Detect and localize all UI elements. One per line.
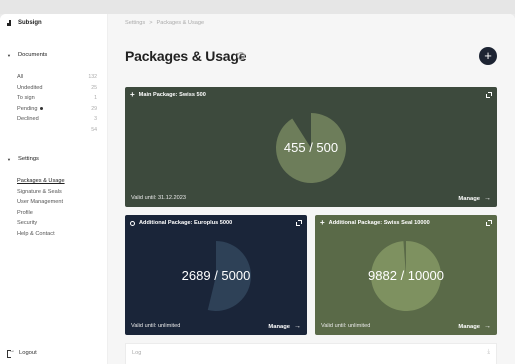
logout-button[interactable]: Logout xyxy=(7,348,37,358)
usage-count: 2689 / 5000 xyxy=(181,268,251,283)
valid-until: Valid until: unlimited xyxy=(131,323,181,329)
card-title: Additional Package: Europlus 5000 xyxy=(130,220,232,226)
expand-icon[interactable] xyxy=(296,220,302,226)
europlus-package-card: Additional Package: Europlus 5000 2689 /… xyxy=(125,215,307,335)
circle-icon xyxy=(130,220,135,226)
add-package-button[interactable]: + xyxy=(479,47,497,65)
sidebar-item-count: 25 xyxy=(91,84,97,91)
documents-list: All 132 Undedited 25 To sign 1 Pending 2… xyxy=(17,72,97,135)
manage-button[interactable]: Manage → xyxy=(458,323,491,330)
sidebar-item-count: 29 xyxy=(91,105,97,112)
sidebar-item-pending[interactable]: Pending 29 xyxy=(17,104,97,115)
card-title-text: Additional Package: Swiss Seal 10000 xyxy=(328,220,430,226)
browser-top-bar xyxy=(0,0,515,14)
sidebar-item-signature-seals[interactable]: Signature & Seals xyxy=(17,187,97,198)
sidebar-item-security[interactable]: Security xyxy=(17,218,97,229)
subsign-logo-icon xyxy=(7,20,12,26)
card-title-text: Additional Package: Europlus 5000 xyxy=(139,220,233,226)
manage-label: Manage xyxy=(268,323,290,330)
sidebar-item-packages-usage[interactable]: Packages & Usage xyxy=(17,176,97,187)
sidebar-item-count: 54 xyxy=(91,126,97,133)
settings-section-toggle[interactable]: ▼ Settings xyxy=(7,156,39,162)
sidebar-item-label: To sign xyxy=(17,95,35,102)
app-name: Subsign xyxy=(18,20,42,26)
download-icon[interactable]: ⤓ xyxy=(487,349,490,356)
settings-section-label: Settings xyxy=(18,156,39,162)
help-icon[interactable]: ? xyxy=(237,52,245,60)
arrow-right-icon: → xyxy=(484,195,491,202)
logout-label: Logout xyxy=(19,350,37,356)
card-title-text: Main Package: Swiss 500 xyxy=(138,92,206,98)
sidebar-item-label: Pending xyxy=(17,105,38,112)
sidebar-item-label: All xyxy=(17,74,24,81)
sidebar-item-to-sign[interactable]: To sign 1 xyxy=(17,93,97,104)
sidebar-item-undedited[interactable]: Undedited 25 xyxy=(17,83,97,94)
manage-button[interactable]: Manage → xyxy=(268,323,301,330)
breadcrumb: Settings > Packages & Usage xyxy=(125,20,204,26)
sidebar-item-other[interactable]: 54 xyxy=(17,125,97,136)
documents-section-toggle[interactable]: ▼ Documents xyxy=(7,52,47,58)
manage-button[interactable]: Manage → xyxy=(458,195,491,202)
sidebar-item-label: Undedited xyxy=(17,84,43,91)
manage-label: Manage xyxy=(458,323,480,330)
documents-section-label: Documents xyxy=(18,52,48,58)
plus-icon: + xyxy=(320,218,325,227)
brand[interactable]: Subsign xyxy=(7,20,42,26)
swiss-seal-package-card: + Additional Package: Swiss Seal 10000 9… xyxy=(315,215,497,335)
arrow-right-icon: → xyxy=(484,323,491,330)
sidebar-item-all[interactable]: All 132 xyxy=(17,72,97,83)
plus-icon: + xyxy=(130,90,135,99)
caret-down-icon: ▼ xyxy=(7,52,11,58)
log-label: Log xyxy=(132,350,142,356)
arrow-right-icon: → xyxy=(294,323,301,330)
log-panel: Log ⤓ xyxy=(125,343,497,364)
logout-icon xyxy=(7,348,15,358)
valid-until: Valid until: unlimited xyxy=(321,323,371,329)
sidebar-item-count: 1 xyxy=(94,95,97,102)
sidebar: Subsign ▼ Documents All 132 Undedited 25… xyxy=(0,14,108,364)
main-content: Settings > Packages & Usage Packages & U… xyxy=(108,14,515,364)
card-title: + Additional Package: Swiss Seal 10000 xyxy=(320,218,430,227)
usage-count: 9882 / 10000 xyxy=(368,268,444,283)
app-window: Subsign ▼ Documents All 132 Undedited 25… xyxy=(0,14,515,364)
breadcrumb-item-settings[interactable]: Settings xyxy=(125,20,145,26)
page-title: Packages & Usage xyxy=(125,48,247,64)
manage-label: Manage xyxy=(458,195,480,202)
sidebar-item-help-contact[interactable]: Help & Contact xyxy=(17,229,97,240)
sidebar-item-user-management[interactable]: User Management xyxy=(17,197,97,208)
expand-icon[interactable] xyxy=(486,92,492,98)
expand-icon[interactable] xyxy=(486,220,492,226)
valid-until: Valid until: 31.12.2023 xyxy=(131,195,186,201)
card-title: + Main Package: Swiss 500 xyxy=(130,90,206,99)
breadcrumb-separator: > xyxy=(149,20,153,26)
usage-count: 455 / 500 xyxy=(283,140,339,155)
sidebar-item-label: Declined xyxy=(17,116,39,123)
caret-down-icon: ▼ xyxy=(7,156,11,162)
sidebar-item-profile[interactable]: Profile xyxy=(17,208,97,219)
main-package-card: + Main Package: Swiss 500 455 / 500 Vali… xyxy=(125,87,497,207)
unread-dot-icon xyxy=(39,106,43,110)
settings-list: Packages & Usage Signature & Seals User … xyxy=(17,176,97,239)
breadcrumb-item-current: Packages & Usage xyxy=(156,20,205,26)
sidebar-item-count: 132 xyxy=(88,74,97,81)
sidebar-item-declined[interactable]: Declined 3 xyxy=(17,114,97,125)
sidebar-item-count: 3 xyxy=(94,116,97,123)
